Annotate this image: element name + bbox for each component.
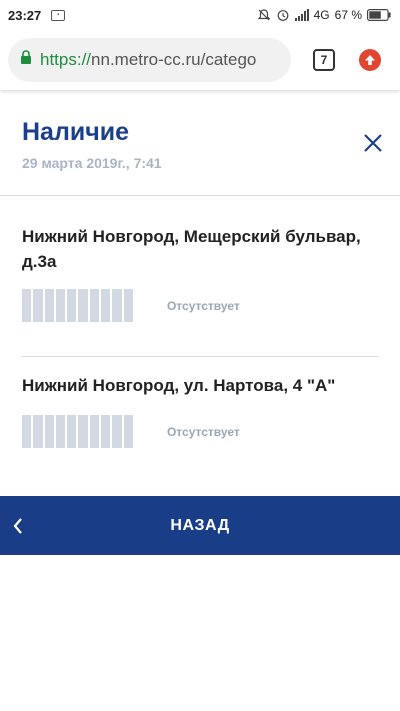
stock-level-bars: [22, 415, 133, 448]
stock-status: Отсутствует: [166, 424, 240, 439]
dnd-icon: [257, 9, 271, 21]
battery-icon: [367, 9, 391, 21]
back-button[interactable]: НАЗАД: [0, 496, 400, 555]
stock-level-bars: [22, 289, 133, 322]
stock-bar: [89, 415, 100, 448]
url-text: https://nn.metro-cc.ru/catego: [40, 50, 256, 70]
stock-bar: [112, 415, 122, 448]
network-type: 4G: [313, 8, 330, 22]
stock-bar: [33, 289, 43, 322]
stock-bar: [67, 289, 77, 322]
stock-bar: [22, 415, 32, 448]
store-name: Нижний Новгород, Мещерский бульвар, д.3а: [22, 227, 361, 271]
stock-bar: [101, 415, 111, 448]
back-label: НАЗАД: [170, 516, 230, 534]
availability-header: Наличие 29 марта 2019г., 7:41: [0, 90, 400, 196]
page-title: Наличие: [22, 118, 129, 146]
stock-bar: [89, 289, 100, 322]
status-time: 23:27: [8, 7, 42, 23]
close-icon[interactable]: [362, 132, 384, 154]
stock-bar: [33, 415, 43, 448]
stock-bar: [44, 289, 54, 322]
signal-icon: [294, 9, 309, 21]
stock-bar: [78, 289, 88, 322]
stock-bar: [55, 415, 66, 448]
alarm-icon: [277, 10, 289, 21]
url-scheme: https://: [40, 50, 92, 69]
store-item: Нижний Новгород, Мещерский бульвар, д.3а…: [22, 224, 378, 334]
url-bar[interactable]: https://nn.metro-cc.ru/catego: [8, 38, 291, 82]
divider: [22, 356, 378, 357]
store-name: Нижний Новгород, ул. Нартова, 4 "А": [22, 376, 336, 395]
chevron-left-icon: [13, 518, 22, 534]
stock-bar: [123, 289, 133, 322]
stock-bar: [78, 415, 88, 448]
status-bar: 23:27 ▪ 4G 67 %: [0, 0, 400, 30]
tab-switcher-button[interactable]: 7: [313, 49, 335, 71]
store-item: Нижний Новгород, ул. Нартова, 4 "А" Отсу…: [22, 373, 378, 463]
browser-toolbar: https://nn.metro-cc.ru/catego 7: [0, 30, 400, 90]
stock-indicator: Отсутствует: [22, 415, 240, 448]
stock-bar: [55, 289, 66, 322]
stock-status: Отсутствует: [166, 298, 240, 313]
availability-date: 29 марта 2019г., 7:41: [22, 155, 162, 171]
update-icon[interactable]: [359, 49, 381, 71]
stock-bar: [22, 289, 32, 322]
stock-indicator: Отсутствует: [22, 289, 240, 322]
stock-bar: [112, 289, 122, 322]
stock-bar: [123, 415, 133, 448]
stock-bar: [67, 415, 77, 448]
stock-bar: [101, 289, 111, 322]
stock-bar: [44, 415, 54, 448]
battery-percent: 67 %: [334, 8, 362, 22]
lock-icon: [20, 50, 32, 70]
notification-icon: ▪: [51, 9, 66, 21]
url-host: nn.metro-cc.ru/catego: [91, 50, 257, 69]
status-icons: 4G 67 %: [257, 8, 391, 22]
